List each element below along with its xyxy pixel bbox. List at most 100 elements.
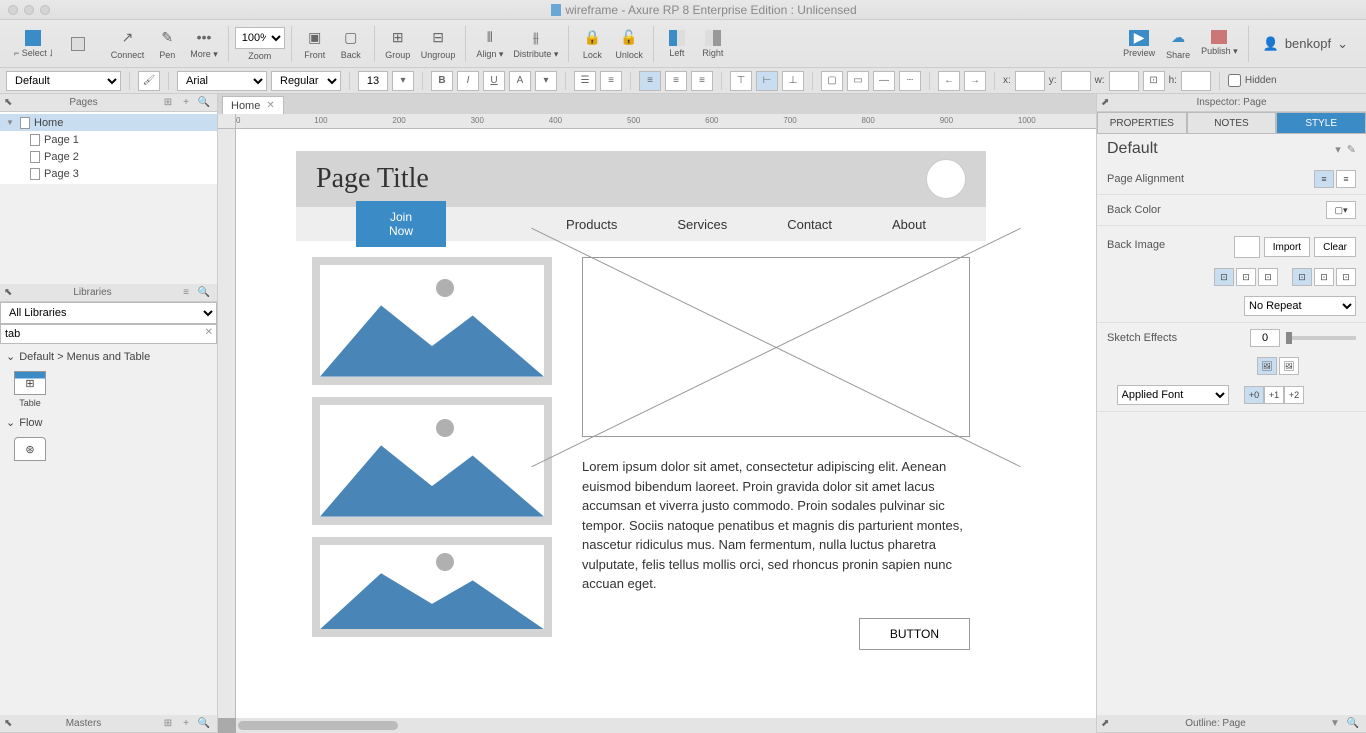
- img-valign-1[interactable]: ⊡: [1292, 268, 1312, 286]
- tab-properties[interactable]: PROPERTIES: [1097, 112, 1187, 134]
- shape-style-select[interactable]: Default: [6, 71, 121, 91]
- connect-tool[interactable]: ↗Connect: [107, 24, 149, 64]
- page-item[interactable]: Page 1: [0, 131, 217, 148]
- sketch-value[interactable]: [1250, 329, 1280, 347]
- wf-nav-about[interactable]: About: [892, 217, 926, 232]
- clear-search-icon[interactable]: ✕: [205, 327, 213, 338]
- ruler-horizontal[interactable]: [236, 114, 1096, 129]
- wf-page-title[interactable]: Page Title: [316, 163, 926, 195]
- x-input[interactable]: [1015, 71, 1045, 91]
- add-master-icon[interactable]: +: [179, 717, 193, 731]
- tab-style[interactable]: STYLE: [1276, 112, 1366, 134]
- img-valign-2[interactable]: ⊡: [1314, 268, 1334, 286]
- unlock-button[interactable]: 🔓Unlock: [611, 24, 647, 64]
- font-size[interactable]: [358, 71, 388, 91]
- line-end[interactable]: →: [964, 71, 986, 91]
- applied-font-select[interactable]: Applied Font: [1117, 385, 1229, 405]
- sketch-slider[interactable]: [1286, 336, 1356, 340]
- ungroup-button[interactable]: ⊟Ungroup: [417, 24, 460, 64]
- align-center-btn[interactable]: ≡: [1336, 170, 1356, 188]
- close-tab-icon[interactable]: ✕: [266, 100, 274, 111]
- style-edit-icon[interactable]: ✎: [1347, 143, 1356, 156]
- valign-top[interactable]: ⊤: [730, 71, 752, 91]
- text-color[interactable]: A: [509, 71, 531, 91]
- clear-button[interactable]: Clear: [1314, 237, 1356, 257]
- sketch-gray-btn[interactable]: 🖼: [1279, 357, 1299, 375]
- spacing-1[interactable]: +1: [1264, 386, 1284, 404]
- maximize-window[interactable]: [40, 5, 50, 15]
- search-outline-icon[interactable]: 🔍: [1346, 717, 1360, 731]
- border-width[interactable]: —: [873, 71, 895, 91]
- lib-section-default[interactable]: ⌄Default > Menus and Table: [6, 348, 211, 365]
- publish-button[interactable]: Publish ▾: [1197, 24, 1242, 64]
- tab-notes[interactable]: NOTES: [1187, 112, 1277, 134]
- wf-header[interactable]: Page Title: [296, 151, 986, 207]
- h-input[interactable]: [1181, 71, 1211, 91]
- align-center[interactable]: ≡: [665, 71, 687, 91]
- sketch-color-btn[interactable]: 🖼: [1257, 357, 1277, 375]
- wireframe-design[interactable]: Page Title Join Now Products Services Co…: [296, 151, 986, 666]
- line-start[interactable]: ←: [938, 71, 960, 91]
- scroll-thumb[interactable]: [238, 721, 398, 730]
- pen-tool[interactable]: ✎Pen: [150, 24, 184, 64]
- dock-right[interactable]: Right: [696, 24, 730, 64]
- wf-nav-products[interactable]: Products: [566, 217, 617, 232]
- canvas[interactable]: Page Title Join Now Products Services Co…: [236, 129, 1096, 718]
- send-back[interactable]: ▢Back: [334, 24, 368, 64]
- align-left-btn[interactable]: ≡: [1314, 170, 1334, 188]
- italic-button[interactable]: I: [457, 71, 479, 91]
- lib-item-table[interactable]: ⊞Table: [6, 371, 54, 408]
- img-align-2[interactable]: ⊡: [1236, 268, 1256, 286]
- page-item[interactable]: Page 2: [0, 148, 217, 165]
- back-color-swatch[interactable]: ▢▾: [1326, 201, 1356, 219]
- add-folder-icon[interactable]: ⊞: [161, 717, 175, 731]
- wf-image-card[interactable]: [312, 257, 552, 385]
- collapse-icon[interactable]: ⬈: [1101, 97, 1109, 108]
- wf-nav-services[interactable]: Services: [677, 217, 727, 232]
- group-button[interactable]: ⊞Group: [381, 24, 415, 64]
- repeat-select[interactable]: No Repeat: [1244, 296, 1356, 316]
- more-text[interactable]: ▾: [535, 71, 557, 91]
- lib-item-flow[interactable]: ⊛: [6, 437, 54, 461]
- tab-home[interactable]: Home✕: [222, 96, 284, 114]
- search-pages-icon[interactable]: 🔍: [197, 96, 211, 110]
- expand-icon[interactable]: ▼: [6, 118, 16, 127]
- align-button[interactable]: ⫴Align ▾: [472, 24, 507, 64]
- border-style[interactable]: ┈: [899, 71, 921, 91]
- size-stepper[interactable]: ▾: [392, 71, 414, 91]
- import-button[interactable]: Import: [1264, 237, 1310, 257]
- style-dropdown-icon[interactable]: ▾: [1335, 143, 1341, 156]
- search-masters-icon[interactable]: 🔍: [197, 717, 211, 731]
- add-folder-icon[interactable]: ⊞: [161, 96, 175, 110]
- close-window[interactable]: [8, 5, 18, 15]
- border-color[interactable]: ▭: [847, 71, 869, 91]
- lib-menu-icon[interactable]: ≡: [179, 286, 193, 300]
- wf-cta-button[interactable]: Join Now: [356, 201, 446, 247]
- fill-color[interactable]: ▢: [821, 71, 843, 91]
- collapse-icon[interactable]: ⬉: [4, 718, 12, 729]
- wf-avatar[interactable]: [926, 159, 966, 199]
- preview-button[interactable]: ▶Preview: [1119, 24, 1159, 64]
- lib-section-flow[interactable]: ⌄Flow: [6, 414, 211, 431]
- collapse-icon[interactable]: ⬉: [4, 287, 12, 298]
- user-menu[interactable]: 👤 benkopf ⌄: [1255, 32, 1356, 56]
- zoom-select[interactable]: 100%: [235, 27, 285, 49]
- filter-icon[interactable]: ▼: [1328, 717, 1342, 731]
- wf-image-card[interactable]: [312, 397, 552, 525]
- distribute-button[interactable]: ⫵Distribute ▾: [509, 24, 562, 64]
- bullets[interactable]: ☰: [574, 71, 596, 91]
- collapse-icon[interactable]: ⬉: [4, 97, 12, 108]
- search-libs-icon[interactable]: 🔍: [197, 286, 211, 300]
- ruler-vertical[interactable]: [218, 129, 236, 718]
- wf-body-text[interactable]: Lorem ipsum dolor sit amet, consectetur …: [582, 457, 970, 594]
- align-right[interactable]: ≡: [691, 71, 713, 91]
- bold-button[interactable]: B: [431, 71, 453, 91]
- hidden-checkbox[interactable]: [1228, 74, 1241, 87]
- collapse-icon[interactable]: ⬈: [1101, 718, 1109, 729]
- bring-front[interactable]: ▣Front: [298, 24, 332, 64]
- page-item-home[interactable]: ▼Home: [0, 114, 217, 131]
- select-tool[interactable]: ⌐ Select ˩: [10, 24, 57, 64]
- underline-button[interactable]: U: [483, 71, 505, 91]
- scrollbar-horizontal[interactable]: [236, 718, 1096, 733]
- line-spacing[interactable]: ≡: [600, 71, 622, 91]
